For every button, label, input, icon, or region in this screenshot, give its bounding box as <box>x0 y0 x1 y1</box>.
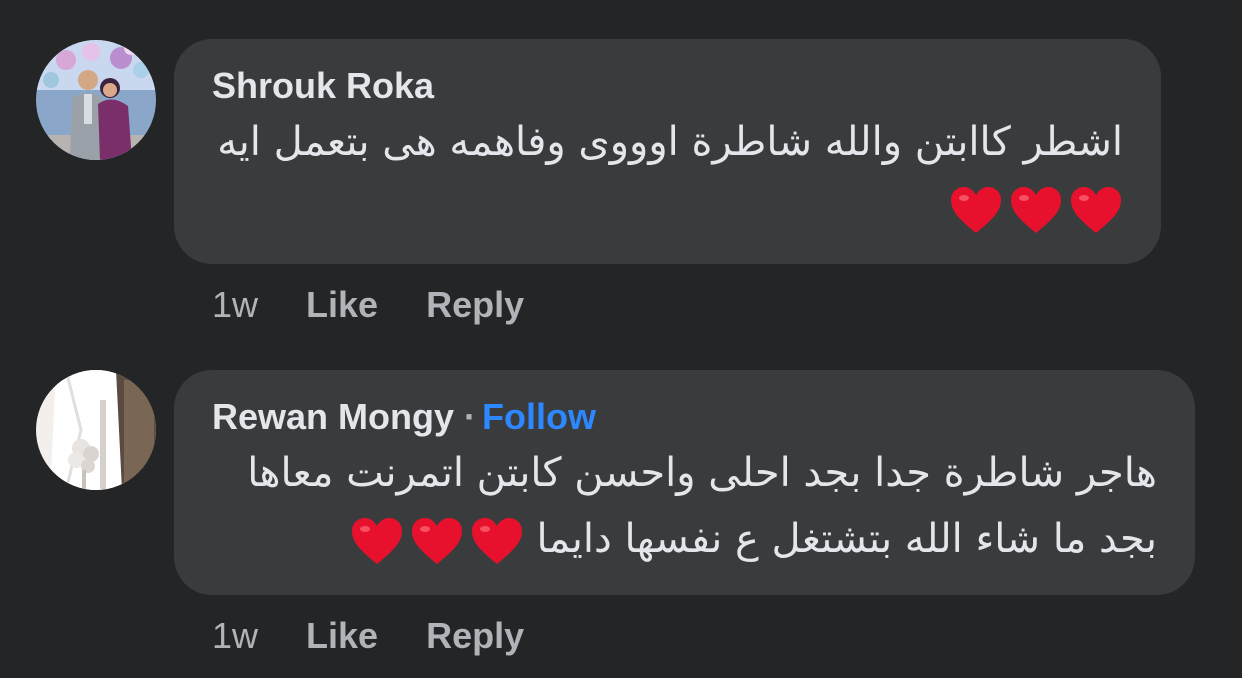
avatar-image <box>36 370 156 490</box>
comment-item: Rewan Mongy · Follow هاجر شاطرة جدا بجد اح… <box>0 0 1242 678</box>
comment-author[interactable]: Rewan Mongy <box>212 396 454 437</box>
separator-dot: · <box>464 396 477 437</box>
heart-emojis <box>350 516 524 566</box>
comment-text-line-2: بجد ما شاء الله بتشتغل ع نفسها دايما <box>350 516 1157 566</box>
comment-author-row: Rewan Mongy · Follow <box>212 396 596 438</box>
comment-text: بجد ما شاء الله بتشتغل ع نفسها دايما <box>536 516 1157 562</box>
follow-button[interactable]: Follow <box>482 396 596 437</box>
comment-bubble: Rewan Mongy · Follow هاجر شاطرة جدا بجد اح… <box>174 370 1195 595</box>
reply-button[interactable]: Reply <box>426 615 524 656</box>
heart-icon <box>411 518 462 564</box>
avatar[interactable] <box>36 370 156 490</box>
heart-icon <box>351 518 402 564</box>
like-button[interactable]: Like <box>306 615 378 656</box>
heart-icon <box>471 518 522 564</box>
comment-text: هاجر شاطرة جدا بجد احلى واحسن كابتن اتمر… <box>247 450 1157 496</box>
comment-timestamp[interactable]: 1w <box>212 615 258 656</box>
comment-actions: 1w Like Reply <box>212 615 524 657</box>
